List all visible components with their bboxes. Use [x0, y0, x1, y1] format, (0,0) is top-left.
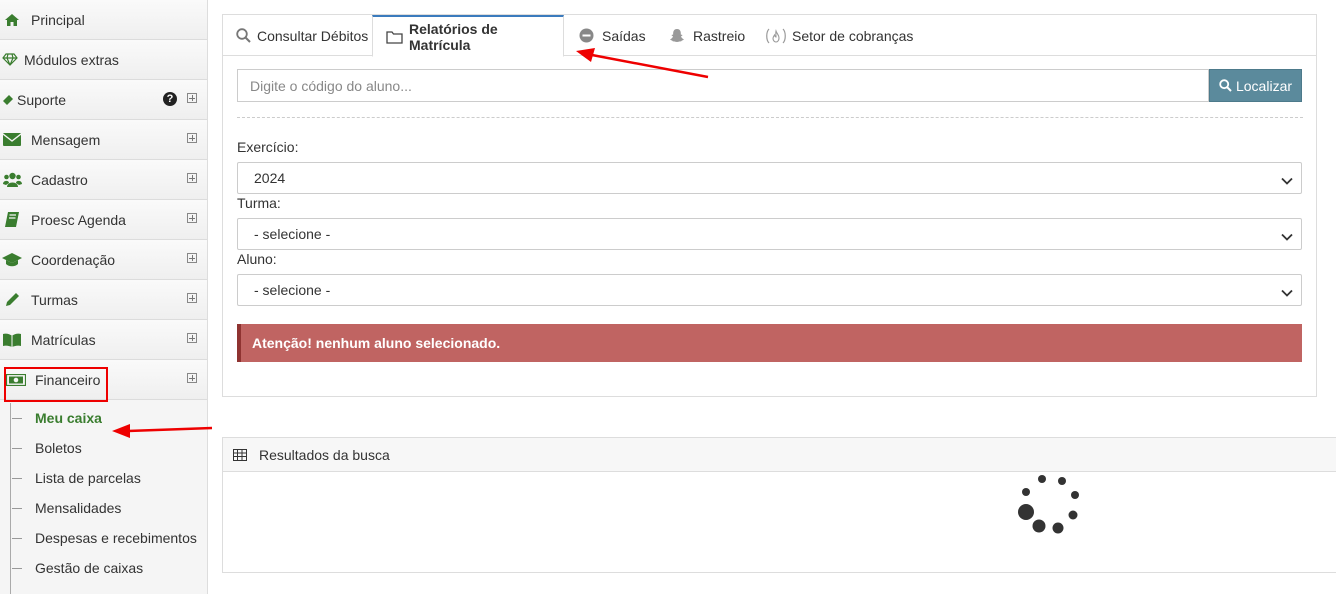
- highlight-box-financeiro: [4, 367, 108, 402]
- sidebar-item-principal[interactable]: Principal: [0, 0, 207, 40]
- sidebar-item-label: Proesc Agenda: [31, 211, 126, 228]
- sidebar-item-label: Suporte: [17, 91, 67, 108]
- ticket-icon: [0, 91, 15, 109]
- submenu-item-meu-caixa[interactable]: Meu caixa: [0, 403, 207, 433]
- search-icon: [1219, 79, 1232, 92]
- expand-icon[interactable]: [187, 253, 197, 263]
- expand-icon[interactable]: [187, 213, 197, 223]
- home-icon: [2, 11, 22, 29]
- tab-label: Consultar Débitos: [257, 27, 369, 44]
- sidebar-item-label: Módulos extras: [24, 51, 119, 68]
- sidebar-item-label: Principal: [31, 11, 85, 28]
- search-icon: [236, 28, 251, 43]
- tab-label: Rastreio: [693, 27, 746, 44]
- tab-relatorios-de-matricula[interactable]: Relatórios de Matrícula: [372, 15, 564, 57]
- expand-icon[interactable]: [187, 173, 197, 183]
- folder-icon: [386, 30, 403, 44]
- chevron-down-icon: [1281, 229, 1293, 245]
- tab-consultar-debitos[interactable]: Consultar Débitos: [236, 15, 368, 56]
- exercicio-label: Exercício:: [237, 139, 299, 155]
- sidebar-item-modulos-extras[interactable]: Módulos extras: [0, 40, 207, 80]
- pencil-icon: [2, 291, 22, 309]
- table-icon: [233, 448, 247, 461]
- tab-label: Relatórios de Matrícula: [409, 20, 498, 53]
- expand-icon[interactable]: [187, 293, 197, 303]
- student-code-input[interactable]: [237, 69, 1209, 102]
- loading-spinner-icon: [1013, 472, 1083, 545]
- submenu-item-despesas-e-recebimentos[interactable]: Despesas e recebimentos: [0, 523, 207, 553]
- sidebar-item-label: Turmas: [31, 291, 78, 308]
- dashed-divider: [237, 117, 1303, 118]
- tab-label: Saídas: [602, 27, 646, 44]
- tab-rastreio[interactable]: Rastreio: [669, 15, 745, 56]
- sidebar-item-proesc-agenda[interactable]: Proesc Agenda: [0, 200, 207, 240]
- results-header: Resultados da busca: [223, 438, 1336, 472]
- turma-select[interactable]: - selecione -: [237, 218, 1302, 250]
- aluno-label: Aluno:: [237, 251, 277, 267]
- submenu-item-boletos[interactable]: Boletos: [0, 433, 207, 463]
- tab-label: Setor de cobranças: [792, 27, 914, 44]
- open-book-icon: [2, 331, 22, 349]
- exercicio-select[interactable]: 2024: [237, 162, 1302, 194]
- users-icon: [2, 171, 22, 189]
- minus-circle-icon: [579, 28, 594, 43]
- sidebar-item-cadastro[interactable]: Cadastro: [0, 160, 207, 200]
- graduation-cap-icon: [2, 251, 22, 269]
- book-icon: [2, 211, 22, 229]
- chevron-down-icon: [1281, 173, 1293, 189]
- expand-icon[interactable]: [187, 93, 197, 103]
- submenu-item-gestao-de-caixas[interactable]: Gestão de caixas: [0, 553, 207, 583]
- exercicio-value: 2024: [254, 170, 286, 186]
- main-panel: Consultar Débitos Relatórios de Matrícul…: [222, 14, 1317, 397]
- sidebar-item-coordenacao[interactable]: Coordenação: [0, 240, 207, 280]
- diamond-icon: [0, 51, 20, 69]
- search-row: Localizar: [237, 69, 1303, 102]
- fire-icon: [764, 28, 788, 44]
- localizar-button[interactable]: Localizar: [1209, 69, 1302, 102]
- envelope-icon: [2, 131, 22, 149]
- expand-icon[interactable]: [187, 133, 197, 143]
- tab-setor-de-cobrancas[interactable]: Setor de cobranças: [764, 15, 913, 56]
- sidebar-item-matriculas[interactable]: Matrículas: [0, 320, 207, 360]
- expand-icon[interactable]: [187, 333, 197, 343]
- sidebar-item-suporte[interactable]: Suporte ?: [0, 80, 207, 120]
- tab-bar: Consultar Débitos Relatórios de Matrícul…: [223, 15, 1316, 57]
- submenu-item-mensalidades[interactable]: Mensalidades: [0, 493, 207, 523]
- sidebar-item-label: Coordenação: [31, 251, 116, 268]
- aluno-select[interactable]: - selecione -: [237, 274, 1302, 306]
- tab-saidas[interactable]: Saídas: [579, 15, 646, 56]
- turma-label: Turma:: [237, 195, 281, 211]
- sidebar-item-label: Mensagem: [31, 131, 101, 148]
- localizar-label: Localizar: [1235, 77, 1293, 94]
- chevron-down-icon: [1281, 285, 1293, 301]
- sidebar-item-mensagem[interactable]: Mensagem: [0, 120, 207, 160]
- help-icon[interactable]: ?: [163, 92, 177, 106]
- aluno-value: - selecione -: [254, 282, 331, 298]
- expand-icon[interactable]: [187, 373, 197, 383]
- results-title: Resultados da busca: [259, 446, 390, 463]
- financeiro-submenu: Meu caixa Boletos Lista de parcelas Mens…: [0, 403, 207, 594]
- submenu-item-lista-de-parcelas[interactable]: Lista de parcelas: [0, 463, 207, 493]
- sidebar-item-label: Matrículas: [31, 331, 96, 348]
- sidebar-item-label: Cadastro: [31, 171, 88, 188]
- warning-alert: Atenção! nenhum aluno selecionado.: [237, 324, 1302, 362]
- sidebar-item-turmas[interactable]: Turmas: [0, 280, 207, 320]
- snapchat-icon: [669, 28, 685, 43]
- turma-value: - selecione -: [254, 226, 331, 242]
- results-panel: Resultados da busca: [222, 437, 1336, 573]
- sidebar: Principal Módulos extras Suporte ? Mensa…: [0, 0, 208, 594]
